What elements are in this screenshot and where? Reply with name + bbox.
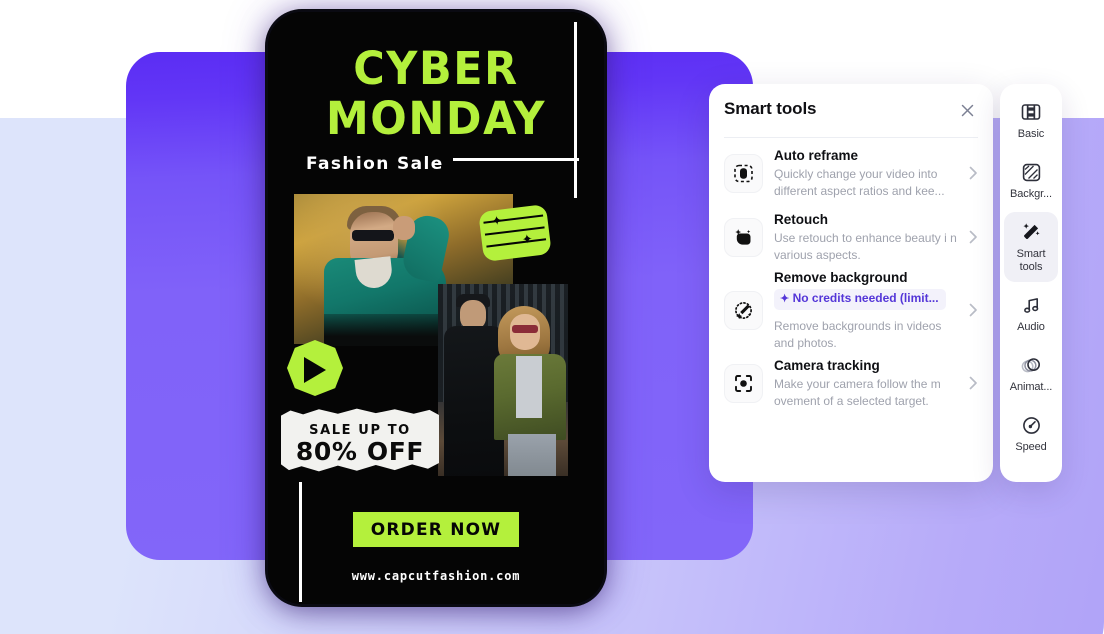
magic-wand-icon [1004,221,1058,243]
close-icon[interactable] [955,98,979,122]
poster-canvas: CYBER MONDAY Fashion Sale ✦ ✦ SALE UP TO… [268,12,604,604]
order-now-button[interactable]: ORDER NOW [353,512,519,547]
sale-amount: 80% OFF [295,437,425,466]
chevron-right-icon[interactable] [965,166,981,180]
animation-icon [1004,354,1058,376]
tool-name: Auto reframe [774,148,859,163]
badge-label: No credits needed (limit... [792,291,939,305]
rail-item-basic[interactable]: Basic [1004,92,1058,149]
music-note-icon [1004,294,1058,316]
phone-mockup: CYBER MONDAY Fashion Sale ✦ ✦ SALE UP TO… [268,12,604,604]
tool-desc: Use retouch to enhance beauty i n variou… [774,231,957,262]
tool-name: Retouch [774,212,828,227]
poster-title: CYBER MONDAY [268,44,604,144]
sale-label: SALE UP TO [309,423,411,438]
poster-title-line1: CYBER [353,42,519,95]
poster-url: www.capcutfashion.com [351,569,521,583]
speedometer-icon [1004,414,1058,436]
smart-tools-panel: Smart tools Auto reframe Quickly change … [709,84,993,482]
tool-row-retouch[interactable]: Retouch Use retouch to enhance beauty i … [709,205,993,269]
retouch-icon [724,217,763,257]
rail-item-label: Backgr... [1010,188,1052,200]
background-icon [1004,161,1058,183]
tool-row-remove-background[interactable]: Remove background ✦ No credits needed (l… [709,269,993,351]
rail-item-label: Speed [1015,441,1047,453]
tool-desc: Make your camera follow the m ovement of… [774,377,941,408]
tool-text: Retouch Use retouch to enhance beauty i … [774,211,959,263]
rail-item-background[interactable]: Backgr... [1004,152,1058,209]
tool-text: Remove background ✦ No credits needed (l… [774,269,959,351]
rail-item-label: Basic [1017,128,1045,140]
rail-item-animation[interactable]: Animat... [1004,345,1058,402]
camera-tracking-icon [724,363,763,403]
tool-text: Camera tracking Make your camera follow … [774,357,959,409]
rail-item-speed[interactable]: Speed [1004,405,1058,462]
tool-name: Remove background [774,270,908,285]
decor-line-vertical-bottom [299,482,302,602]
sparkle-icon: ✦ [780,293,790,305]
tool-list: Auto reframe Quickly change your video i… [709,141,993,482]
poster-title-line2: MONDAY [325,92,546,145]
tool-name: Camera tracking [774,358,880,373]
no-credits-badge: ✦ No credits needed (limit... [774,289,946,310]
rail-item-label: Animat... [1009,381,1053,393]
filmstrip-icon [1004,101,1058,123]
tool-row-camera-tracking[interactable]: Camera tracking Make your camera follow … [709,351,993,415]
tool-category-rail: Basic Backgr... Smart tools Audio Animat… [1000,84,1062,482]
rail-item-audio[interactable]: Audio [1004,285,1058,342]
sticker-play-icon [287,340,343,396]
rail-item-label: Audio [1017,321,1045,333]
tool-desc: Quickly change your video into different… [774,167,945,198]
sticker-coil-icon: ✦ ✦ [478,204,552,262]
panel-title: Smart tools [724,99,817,118]
panel-divider [724,137,978,138]
rail-item-label: Smart tools [1016,248,1046,273]
tool-desc: Remove backgrounds in videos and photos. [774,319,942,350]
sale-badge: SALE UP TO 80% OFF [281,408,439,472]
poster-photo-secondary [438,284,568,476]
remove-background-icon [724,290,763,330]
screenshot-stage: CYBER MONDAY Fashion Sale ✦ ✦ SALE UP TO… [0,0,1104,634]
poster-subtitle: Fashion Sale [306,154,444,174]
chevron-right-icon[interactable] [965,303,981,317]
tool-row-auto-reframe[interactable]: Auto reframe Quickly change your video i… [709,141,993,205]
rail-item-smart-tools[interactable]: Smart tools [1004,212,1058,282]
decor-line-horizontal [453,158,579,161]
chevron-right-icon[interactable] [965,376,981,390]
tool-text: Auto reframe Quickly change your video i… [774,147,959,199]
chevron-right-icon[interactable] [965,230,981,244]
auto-reframe-icon [724,153,763,193]
panel-header: Smart tools [709,84,993,138]
